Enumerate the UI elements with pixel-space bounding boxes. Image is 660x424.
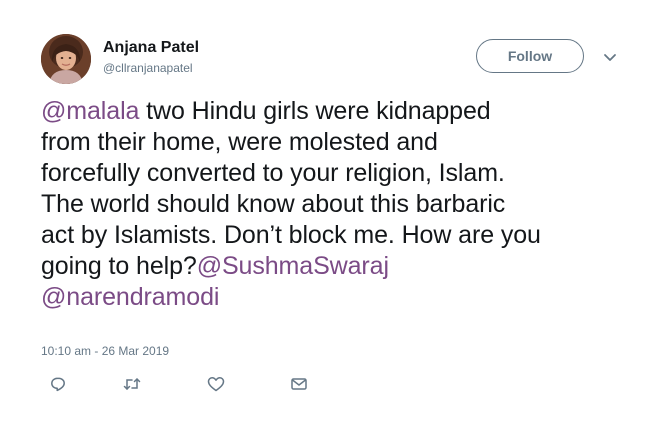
chevron-down-icon[interactable] [603, 50, 617, 61]
author-info: Anjana Patel @cllranjanapatel [103, 38, 199, 77]
reply-icon[interactable] [48, 374, 68, 394]
mention-link[interactable]: @malala [41, 97, 139, 125]
author-handle[interactable]: @cllranjanapatel [103, 59, 199, 77]
heart-icon[interactable] [206, 374, 226, 394]
retweet-icon[interactable] [122, 374, 142, 394]
tweet-card: Anjana Patel @cllranjanapatel Follow @ma… [0, 0, 660, 424]
avatar[interactable] [41, 34, 91, 84]
author-name[interactable]: Anjana Patel [103, 38, 199, 58]
mention-link[interactable]: @SushmaSwaraj [197, 252, 389, 280]
mention-link[interactable]: @narendramodi [41, 283, 219, 311]
timestamp[interactable]: 10:10 am - 26 Mar 2019 [41, 344, 169, 358]
envelope-icon[interactable] [289, 374, 309, 394]
avatar-image [41, 34, 91, 84]
tweet-text: @malala two Hindu girls were kidnapped f… [41, 96, 636, 313]
follow-button[interactable]: Follow [476, 39, 584, 73]
